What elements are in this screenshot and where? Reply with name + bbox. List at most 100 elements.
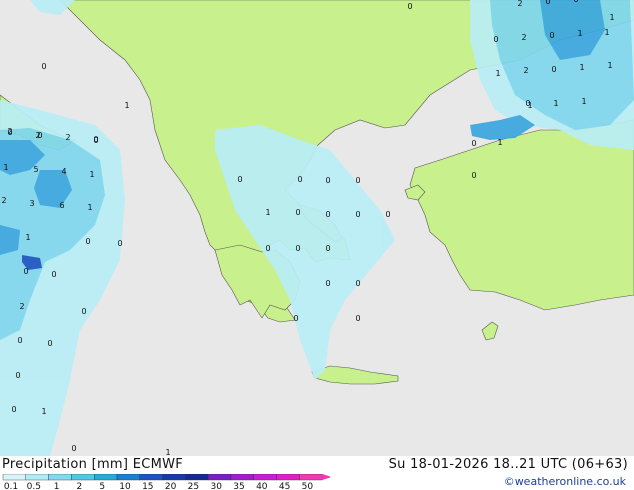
legend-swatch bbox=[116, 474, 140, 481]
precip-value-label: 0 bbox=[15, 371, 20, 380]
precip-value-label: 2 bbox=[1, 196, 6, 205]
map-title: Precipitation [mm] ECMWF bbox=[2, 457, 184, 472]
map-canvas: 0200102011120110111010100022201541236110… bbox=[0, 0, 634, 456]
legend-swatch bbox=[25, 474, 49, 481]
legend-tick-label: 50 bbox=[302, 482, 314, 490]
precip-value-label: 1 bbox=[265, 208, 270, 217]
precip-value-label: 0 bbox=[493, 35, 498, 44]
legend-tick-label: 2 bbox=[77, 482, 83, 490]
precip-value-label: 1 bbox=[87, 203, 92, 212]
precip-value-label: 1 bbox=[527, 101, 532, 110]
precip-value-label: 0 bbox=[325, 279, 330, 288]
legend-tick-label: 35 bbox=[233, 482, 244, 490]
legend-tick-label: 20 bbox=[165, 482, 177, 490]
precip-value-label: 0 bbox=[471, 171, 476, 180]
legend-tick-label: 45 bbox=[279, 482, 290, 490]
precip-value-label: 0 bbox=[573, 0, 578, 4]
precip-value-label: 0 bbox=[295, 208, 300, 217]
precip-value-label: 0 bbox=[551, 65, 556, 74]
precip-value-label: 1 bbox=[3, 163, 8, 172]
legend-swatch bbox=[71, 474, 95, 481]
precip-value-label: 0 bbox=[297, 175, 302, 184]
precip-value-label: 1 bbox=[41, 407, 46, 416]
legend-swatch bbox=[276, 474, 300, 481]
precip-value-label: 1 bbox=[25, 233, 30, 242]
legend-swatch bbox=[93, 474, 118, 481]
precip-value-label: 5 bbox=[33, 165, 38, 174]
legend-tick-label: 5 bbox=[99, 482, 105, 490]
precip-value-label: 1 bbox=[607, 61, 612, 70]
precip-value-label: 0 bbox=[93, 136, 98, 145]
precip-value-label: 2 bbox=[521, 33, 526, 42]
legend-swatch bbox=[2, 474, 26, 481]
precip-value-label: 0 bbox=[355, 176, 360, 185]
legend-swatch bbox=[162, 474, 186, 481]
precipitation-map: 0200102011120110111010100022201541236110… bbox=[0, 0, 634, 456]
precip-value-label: 2 bbox=[65, 133, 70, 142]
precip-value-label: 0 bbox=[11, 405, 16, 414]
precip-value-label: 0 bbox=[81, 307, 86, 316]
legend-swatch bbox=[299, 474, 323, 481]
precip-value-label: 2 bbox=[19, 302, 24, 311]
precip-value-label: 1 bbox=[579, 63, 584, 72]
precip-value-label: 1 bbox=[553, 99, 558, 108]
precip-value-label: 3 bbox=[29, 199, 34, 208]
precip-value-label: 0 bbox=[325, 210, 330, 219]
precipitation-legend: 0.1 0.5 1 2 5 10 15 20 25 30 35 40 45 50 bbox=[2, 474, 330, 490]
precip-value-label: 0 bbox=[41, 62, 46, 71]
legend-tick-label: 30 bbox=[210, 482, 222, 490]
precip-value-label: 0 bbox=[71, 444, 76, 453]
precip-value-label: 1 bbox=[165, 448, 170, 456]
legend-tick-label: 15 bbox=[142, 482, 153, 490]
legend-tick-label: 1 bbox=[54, 482, 60, 490]
legend-tick-label: 0.5 bbox=[27, 482, 41, 490]
precip-value-label: 0 bbox=[407, 2, 412, 11]
precip-value-label: 0 bbox=[325, 176, 330, 185]
precip-value-label: 0 bbox=[265, 244, 270, 253]
precip-value-label: 0 bbox=[51, 270, 56, 279]
precip-value-label: 0 bbox=[385, 210, 390, 219]
precip-value-label: 2 bbox=[523, 66, 528, 75]
legend-tick-label: 0.1 bbox=[4, 482, 18, 490]
precip-value-label: 0 bbox=[117, 239, 122, 248]
valid-time: Su 18-01-2026 18..21 UTC (06+63) bbox=[388, 457, 628, 472]
precip-value-label: 1 bbox=[609, 13, 614, 22]
legend-swatch bbox=[253, 474, 277, 481]
legend-swatch bbox=[185, 474, 209, 481]
precip-value-label: 0 bbox=[355, 314, 360, 323]
credit-link[interactable]: ©weatheronline.co.uk bbox=[504, 475, 626, 488]
precip-value-label: 1 bbox=[89, 170, 94, 179]
precip-value-label: 1 bbox=[577, 29, 582, 38]
precip-value-label: 0 bbox=[293, 314, 298, 323]
legend-swatch bbox=[230, 474, 254, 481]
precip-value-label: 0 bbox=[23, 267, 28, 276]
legend-arrow bbox=[322, 474, 330, 480]
precip-value-label: 1 bbox=[581, 97, 586, 106]
precip-value-label: 2 bbox=[517, 0, 522, 8]
precip-value-label: 0 bbox=[549, 31, 554, 40]
precip-value-label: 2 bbox=[7, 127, 12, 136]
footer-bar: Precipitation [mm] ECMWF Su 18-01-2026 1… bbox=[0, 456, 634, 490]
precip-value-label: 0 bbox=[237, 175, 242, 184]
precip-value-label: 1 bbox=[497, 138, 502, 147]
precip-value-label: 0 bbox=[17, 336, 22, 345]
legend-tick-label: 40 bbox=[256, 482, 268, 490]
legend-tick-label: 10 bbox=[119, 482, 131, 490]
precip-value-label: 0 bbox=[545, 0, 550, 6]
precip-value-label: 0 bbox=[355, 210, 360, 219]
legend-swatch bbox=[207, 474, 232, 481]
precip-value-label: 1 bbox=[124, 101, 129, 110]
legend-tick-label: 25 bbox=[188, 482, 199, 490]
legend-swatch bbox=[139, 474, 163, 481]
precip-value-label: 0 bbox=[471, 139, 476, 148]
precip-value-label: 0 bbox=[85, 237, 90, 246]
legend-swatch bbox=[48, 474, 72, 481]
precip-value-label: 1 bbox=[495, 69, 500, 78]
precip-value-label: 4 bbox=[61, 167, 66, 176]
precip-value-label: 1 bbox=[604, 28, 609, 37]
precip-value-label: 2 bbox=[35, 131, 40, 140]
precip-value-label: 6 bbox=[59, 201, 64, 210]
precip-value-label: 0 bbox=[295, 244, 300, 253]
precip-value-label: 0 bbox=[47, 339, 52, 348]
precip-value-label: 0 bbox=[355, 279, 360, 288]
